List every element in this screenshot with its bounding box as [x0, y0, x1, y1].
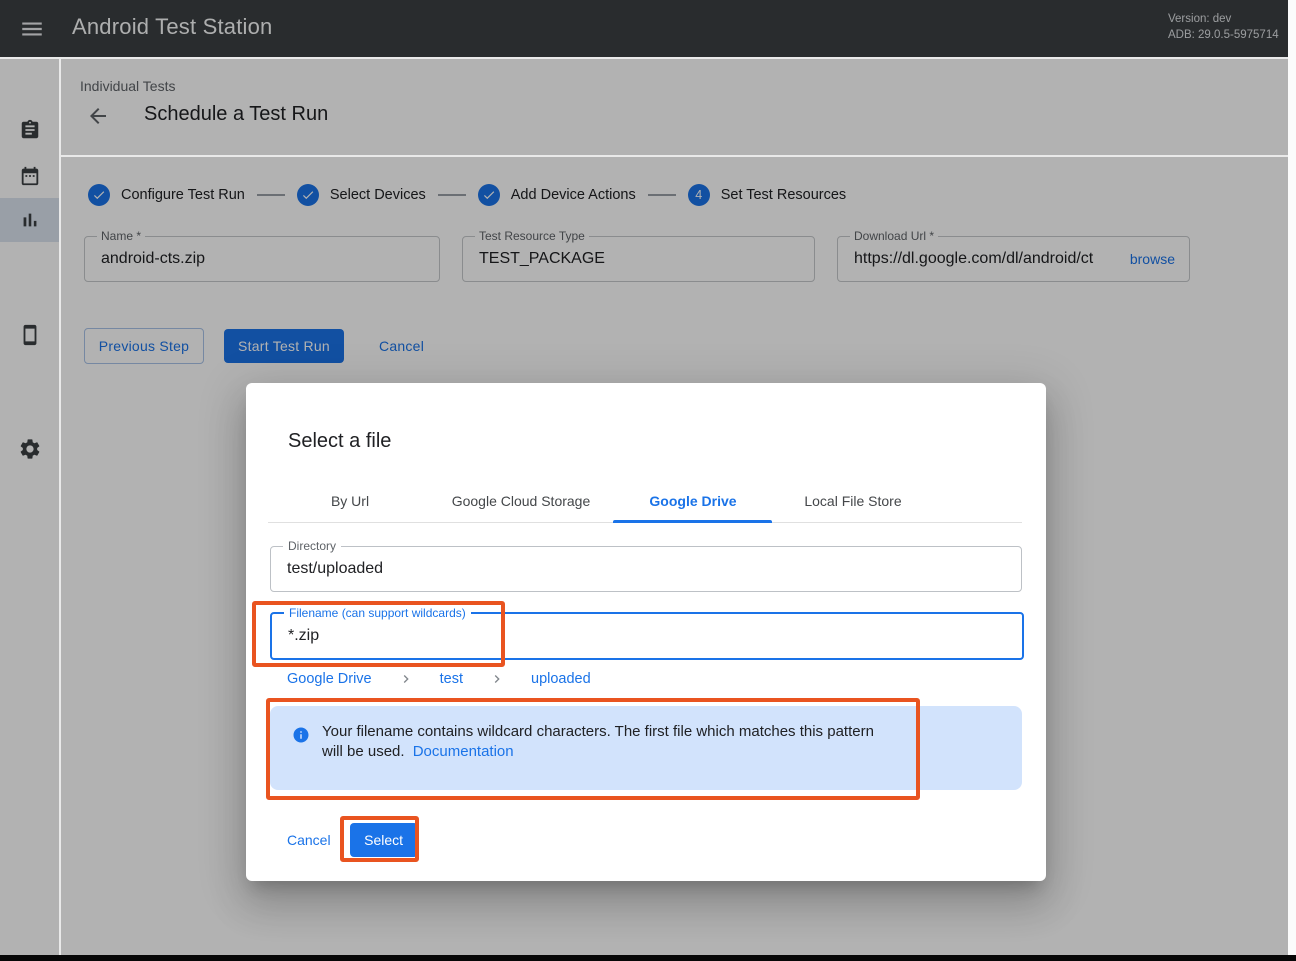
file-path-breadcrumb: Google Drive test uploaded: [287, 671, 591, 687]
scrollbar[interactable]: [1288, 0, 1296, 955]
screen: Android Test Station Version: dev ADB: 2…: [0, 0, 1296, 961]
field-label: Directory: [283, 539, 341, 553]
annotation-box-alert: [266, 698, 920, 800]
active-tab-indicator: [613, 520, 772, 523]
path-google-drive[interactable]: Google Drive: [287, 671, 372, 687]
divider: [0, 57, 1296, 59]
directory-field[interactable]: Directory test/uploaded: [270, 546, 1022, 592]
dialog-tabs: By Url Google Cloud Storage Google Drive…: [246, 479, 1046, 523]
divider: [59, 59, 61, 955]
path-uploaded[interactable]: uploaded: [531, 671, 591, 687]
divider: [61, 155, 1288, 157]
field-value: test/uploaded: [287, 560, 383, 578]
tab-google-cloud-storage[interactable]: Google Cloud Storage: [432, 479, 610, 523]
tab-local-file-store[interactable]: Local File Store: [766, 479, 940, 523]
annotation-box-filename: [252, 601, 505, 667]
window-edge: [0, 955, 1296, 961]
tab-google-drive[interactable]: Google Drive: [610, 479, 776, 523]
path-test[interactable]: test: [440, 671, 463, 687]
tab-by-url[interactable]: By Url: [268, 479, 432, 523]
dialog-cancel-button[interactable]: Cancel: [287, 832, 331, 848]
dialog-title: Select a file: [288, 430, 391, 453]
annotation-box-select: [340, 816, 419, 862]
chevron-right-icon: [489, 671, 505, 687]
chevron-right-icon: [398, 671, 414, 687]
